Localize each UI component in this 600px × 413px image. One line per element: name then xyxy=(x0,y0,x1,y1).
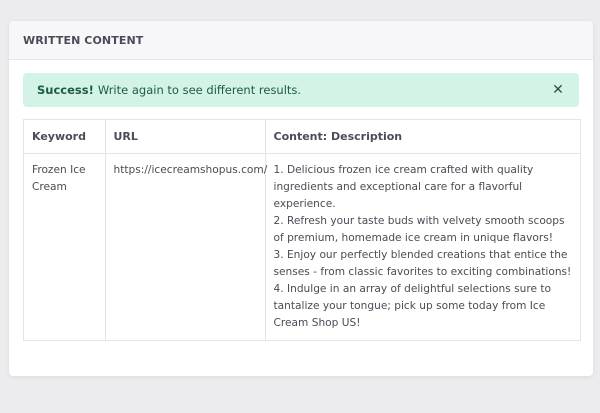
description-line: 3. Enjoy our perfectly blended creations… xyxy=(273,248,572,278)
card-title: WRITTEN CONTENT xyxy=(23,34,144,47)
table-header-row: Keyword URL Content: Description xyxy=(24,120,580,154)
success-alert: Success! Write again to see different re… xyxy=(23,73,579,107)
header-content-description: Content: Description xyxy=(265,120,580,154)
close-icon[interactable]: ✕ xyxy=(550,82,566,98)
card-header: WRITTEN CONTENT xyxy=(9,21,593,60)
cell-description: 1. Delicious frozen ice cream crafted wi… xyxy=(265,153,580,340)
cell-keyword: Frozen Ice Cream xyxy=(24,153,106,340)
description-line: 1. Delicious frozen ice cream crafted wi… xyxy=(273,163,534,210)
description-line: 2. Refresh your taste buds with velvety … xyxy=(273,214,565,244)
written-content-card: WRITTEN CONTENT Success! Write again to … xyxy=(9,21,593,376)
results-table: Keyword URL Content: Description Frozen … xyxy=(24,120,580,340)
cell-url: https://icecreamshopus.com/ xyxy=(105,153,267,340)
header-keyword: Keyword xyxy=(24,120,106,154)
table-row: Frozen Ice Cream https://icecreamshopus.… xyxy=(24,153,580,340)
results-table-container: Keyword URL Content: Description Frozen … xyxy=(23,119,581,341)
header-url: URL xyxy=(105,120,266,154)
alert-message: Write again to see different results. xyxy=(97,83,302,97)
description-line: 4. Indulge in an array of delightful sel… xyxy=(273,282,551,329)
alert-strong-text: Success! xyxy=(37,83,94,97)
